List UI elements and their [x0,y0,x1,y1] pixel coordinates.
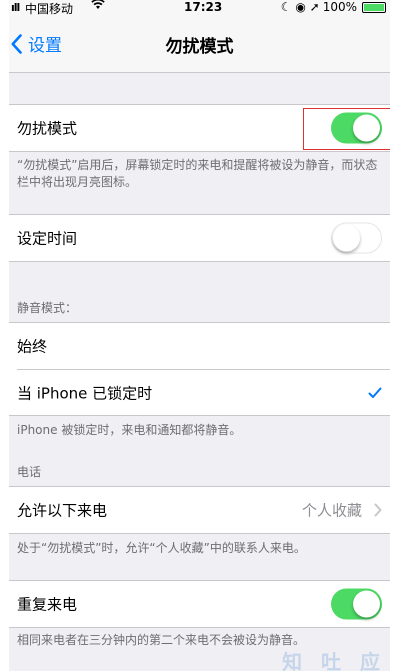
chevron-right-icon [374,503,382,517]
repeated-calls-toggle[interactable] [331,588,382,620]
settings-screen: ıll 中国移动 17:23 ☾ ◉ ➚ 100% 设置 勿扰模式 勿扰模式 “… [9,0,390,671]
phone-note: 处于“勿扰模式”时，允许“个人收藏”中的联系人来电。 [17,541,306,555]
dnd-note: “勿扰模式”启用后，屏幕锁定时的来电和提醒将被设为静音，而状态栏中将出现月亮图标… [17,158,378,189]
battery-icon [362,1,386,13]
scheduled-toggle[interactable] [331,222,382,254]
repeated-calls-cell: 重复来电 [9,580,390,628]
checkmark-icon [368,387,382,398]
allow-calls-value: 个人收藏 [301,501,362,520]
status-time: 17:23 [184,0,223,14]
wifi-icon [91,0,105,13]
always-label: 始终 [17,337,48,356]
toggle-knob [353,590,380,618]
battery-fill [364,3,384,11]
always-option[interactable]: 始终 [9,323,390,369]
signal-icon: ıll [11,1,20,14]
watermark-logo: 知 吐 应 [282,650,386,671]
scheduled-label: 设定时间 [17,229,78,248]
repeated-calls-label: 重复来电 [17,595,78,614]
nav-bar: 设置 勿扰模式 [9,17,390,73]
locked-label: 当 iPhone 已锁定时 [17,384,153,403]
silence-note: iPhone 被锁定时，来电和通知都将静音。 [17,423,242,437]
toggle-knob [333,224,360,252]
dnd-label: 勿扰模式 [17,119,78,138]
carrier-label: 中国移动 [25,2,74,16]
battery-percent: 100% [322,0,357,14]
phone-header: 电话 [17,465,42,479]
silence-header: 静音模式： [17,301,78,315]
highlight-box [303,108,390,150]
silence-group: 始终 当 iPhone 已锁定时 [9,322,390,416]
status-bar: ıll 中国移动 17:23 ☾ ◉ ➚ 100% [9,0,390,17]
scheduled-cell: 设定时间 [9,214,390,262]
allow-calls-label: 允许以下来电 [17,501,108,520]
status-right: ☾ ◉ ➚ 100% [281,0,386,14]
status-icons: ☾ ◉ ➚ [280,0,320,14]
allow-calls-cell[interactable]: 允许以下来电 个人收藏 [9,486,390,534]
page-title: 勿扰模式 [165,37,234,57]
locked-option[interactable]: 当 iPhone 已锁定时 [9,370,390,416]
